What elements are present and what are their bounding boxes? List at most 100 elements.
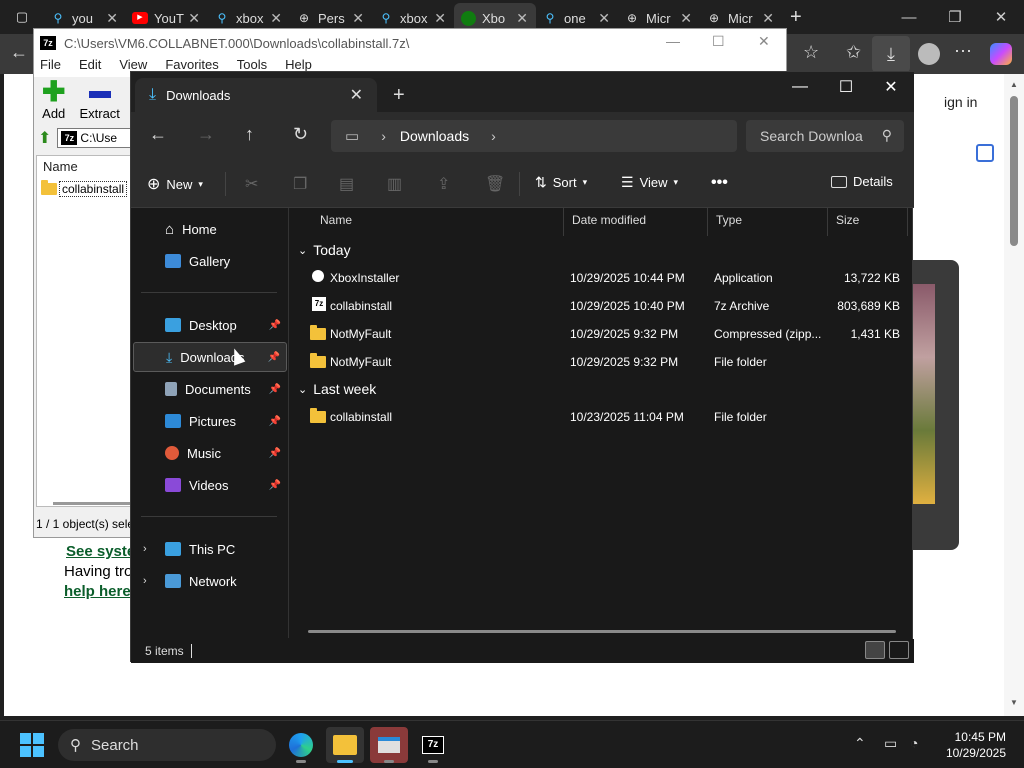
- visual-search-icon[interactable]: [976, 144, 994, 162]
- column-header-name[interactable]: Name: [312, 208, 564, 236]
- maximize-button[interactable]: ❐: [932, 0, 978, 34]
- sevenzip-file-manager-app-icon[interactable]: [370, 727, 408, 763]
- up-folder-icon[interactable]: ⬆: [38, 128, 51, 148]
- tiles-view-icon[interactable]: [889, 641, 909, 659]
- pin-icon[interactable]: 📌: [269, 480, 281, 491]
- close-button[interactable]: ✕: [758, 33, 770, 50]
- view-button[interactable]: ☰ View ▾: [621, 174, 678, 191]
- close-icon[interactable]: ✕: [188, 10, 200, 27]
- add-button[interactable]: ✚ Add: [42, 78, 65, 122]
- minimize-button[interactable]: —: [666, 33, 680, 49]
- close-icon[interactable]: ✕: [598, 10, 610, 27]
- sidebar-item-music[interactable]: Music 📌: [133, 438, 287, 468]
- new-tab-button[interactable]: +: [790, 6, 802, 29]
- refresh-icon[interactable]: ↻: [293, 124, 308, 145]
- share-icon[interactable]: ⇪: [437, 174, 450, 194]
- copilot-icon[interactable]: [990, 43, 1012, 65]
- list-item[interactable]: collabinstall: [41, 180, 130, 198]
- close-icon[interactable]: ✕: [516, 10, 528, 27]
- monitor-icon[interactable]: ▭: [884, 735, 897, 752]
- sidebar-item-this-pc[interactable]: › This PC: [133, 534, 287, 564]
- taskbar-search[interactable]: ⚲ Search: [58, 729, 276, 761]
- address-field[interactable]: 7z C:\Use: [57, 128, 138, 148]
- group-header-today[interactable]: ⌄ Today: [298, 242, 351, 258]
- see-more-icon[interactable]: •••: [711, 174, 728, 192]
- help-here-link[interactable]: help here.: [64, 583, 135, 600]
- back-icon[interactable]: ←: [10, 42, 28, 63]
- new-tab-button[interactable]: +: [393, 84, 405, 107]
- more-icon[interactable]: ⋯: [954, 41, 972, 62]
- close-icon[interactable]: ✕: [762, 10, 774, 27]
- edge-app-icon[interactable]: [282, 727, 320, 763]
- column-header-type[interactable]: Type: [708, 208, 828, 236]
- paste-icon[interactable]: ▤: [339, 174, 354, 194]
- column-header-date[interactable]: Date modified: [564, 208, 708, 236]
- file-row[interactable]: NotMyFault 10/29/2025 9:32 PM File folde…: [290, 348, 910, 376]
- group-header-last-week[interactable]: ⌄ Last week: [298, 381, 376, 397]
- clock[interactable]: 10:45 PM 10/29/2025: [946, 729, 1006, 761]
- file-row[interactable]: NotMyFault 10/29/2025 9:32 PM Compressed…: [290, 320, 910, 348]
- rename-icon[interactable]: ▥: [387, 174, 402, 194]
- close-icon[interactable]: ✕: [434, 10, 446, 27]
- minimize-button[interactable]: —: [886, 0, 932, 34]
- close-button[interactable]: ✕: [868, 72, 914, 102]
- sidebar-item-downloads[interactable]: ⤓ Downloads 📌: [133, 342, 287, 372]
- sign-in-link[interactable]: ign in: [944, 94, 977, 110]
- sevenzip-app-icon[interactable]: 7z: [414, 727, 452, 763]
- file-row[interactable]: 7z collabinstall 10/29/2025 10:40 PM 7z …: [290, 292, 910, 320]
- delete-icon[interactable]: 🗑: [485, 174, 505, 194]
- extract-button[interactable]: Extract: [79, 81, 120, 121]
- menu-edit[interactable]: Edit: [79, 57, 101, 77]
- favorite-star-icon[interactable]: ☆: [803, 42, 819, 63]
- explorer-tab[interactable]: ⤓ Downloads ✕: [135, 78, 377, 112]
- scroll-down-arrow[interactable]: ▼: [1010, 698, 1018, 707]
- chevron-right-icon[interactable]: ›: [143, 575, 147, 587]
- new-button[interactable]: ⊕ New ▾: [147, 174, 203, 194]
- favorites-icon[interactable]: ✩: [846, 42, 861, 63]
- scroll-up-arrow[interactable]: ▲: [1010, 80, 1018, 89]
- sidebar-item-documents[interactable]: Documents 📌: [133, 374, 287, 404]
- up-icon[interactable]: ↑: [245, 124, 254, 145]
- file-row[interactable]: XboxInstaller 10/29/2025 10:44 PM Applic…: [290, 264, 910, 292]
- page-scrollbar[interactable]: ▲ ▼: [1004, 74, 1024, 716]
- sidebar-item-videos[interactable]: Videos 📌: [133, 470, 287, 500]
- profile-avatar[interactable]: [918, 43, 940, 65]
- see-system-link[interactable]: See syste: [66, 543, 135, 560]
- scrollbar-thumb[interactable]: [1010, 96, 1018, 246]
- file-explorer-app-icon[interactable]: [326, 727, 364, 763]
- forward-icon[interactable]: →: [197, 124, 215, 145]
- minimize-button[interactable]: —: [777, 72, 823, 102]
- sidebar-item-pictures[interactable]: Pictures 📌: [133, 406, 287, 436]
- back-icon[interactable]: ←: [149, 124, 167, 145]
- maximize-button[interactable]: ☐: [712, 33, 725, 50]
- chevron-right-icon[interactable]: ›: [143, 543, 147, 555]
- pin-icon[interactable]: 📌: [269, 416, 281, 427]
- details-button[interactable]: Details: [831, 174, 893, 189]
- windows-start-icon[interactable]: [20, 733, 44, 757]
- sidebar-item-gallery[interactable]: Gallery: [133, 246, 287, 276]
- close-icon[interactable]: ✕: [270, 10, 282, 27]
- close-tab-icon[interactable]: ✕: [350, 85, 363, 105]
- search-input[interactable]: Search Downloa ⚲: [746, 120, 904, 152]
- close-button[interactable]: ✕: [978, 0, 1024, 34]
- menu-file[interactable]: File: [40, 57, 61, 77]
- sidebar-item-network[interactable]: › Network: [133, 566, 287, 596]
- column-header-size[interactable]: Size: [828, 208, 908, 236]
- pin-icon[interactable]: 📌: [269, 384, 281, 395]
- pin-icon[interactable]: 📌: [268, 352, 280, 363]
- horizontal-scrollbar[interactable]: [308, 630, 896, 633]
- file-row[interactable]: collabinstall 10/23/2025 11:04 PM File f…: [290, 403, 910, 431]
- horizontal-scrollbar[interactable]: [53, 502, 133, 505]
- close-icon[interactable]: ✕: [106, 10, 118, 27]
- details-view-icon[interactable]: [865, 641, 885, 659]
- pin-icon[interactable]: 📌: [269, 448, 281, 459]
- sidebar-item-home[interactable]: ⌂ Home: [133, 214, 287, 244]
- column-header-name[interactable]: Name: [37, 156, 130, 178]
- downloads-button[interactable]: ⤓: [872, 36, 910, 72]
- sidebar-item-desktop[interactable]: Desktop 📌: [133, 310, 287, 340]
- copy-icon[interactable]: ❐: [293, 174, 307, 194]
- close-icon[interactable]: ✕: [352, 10, 364, 27]
- address-bar[interactable]: ▭ › Downloads ›: [331, 120, 737, 152]
- breadcrumb[interactable]: Downloads: [400, 128, 469, 144]
- close-icon[interactable]: ✕: [680, 10, 692, 27]
